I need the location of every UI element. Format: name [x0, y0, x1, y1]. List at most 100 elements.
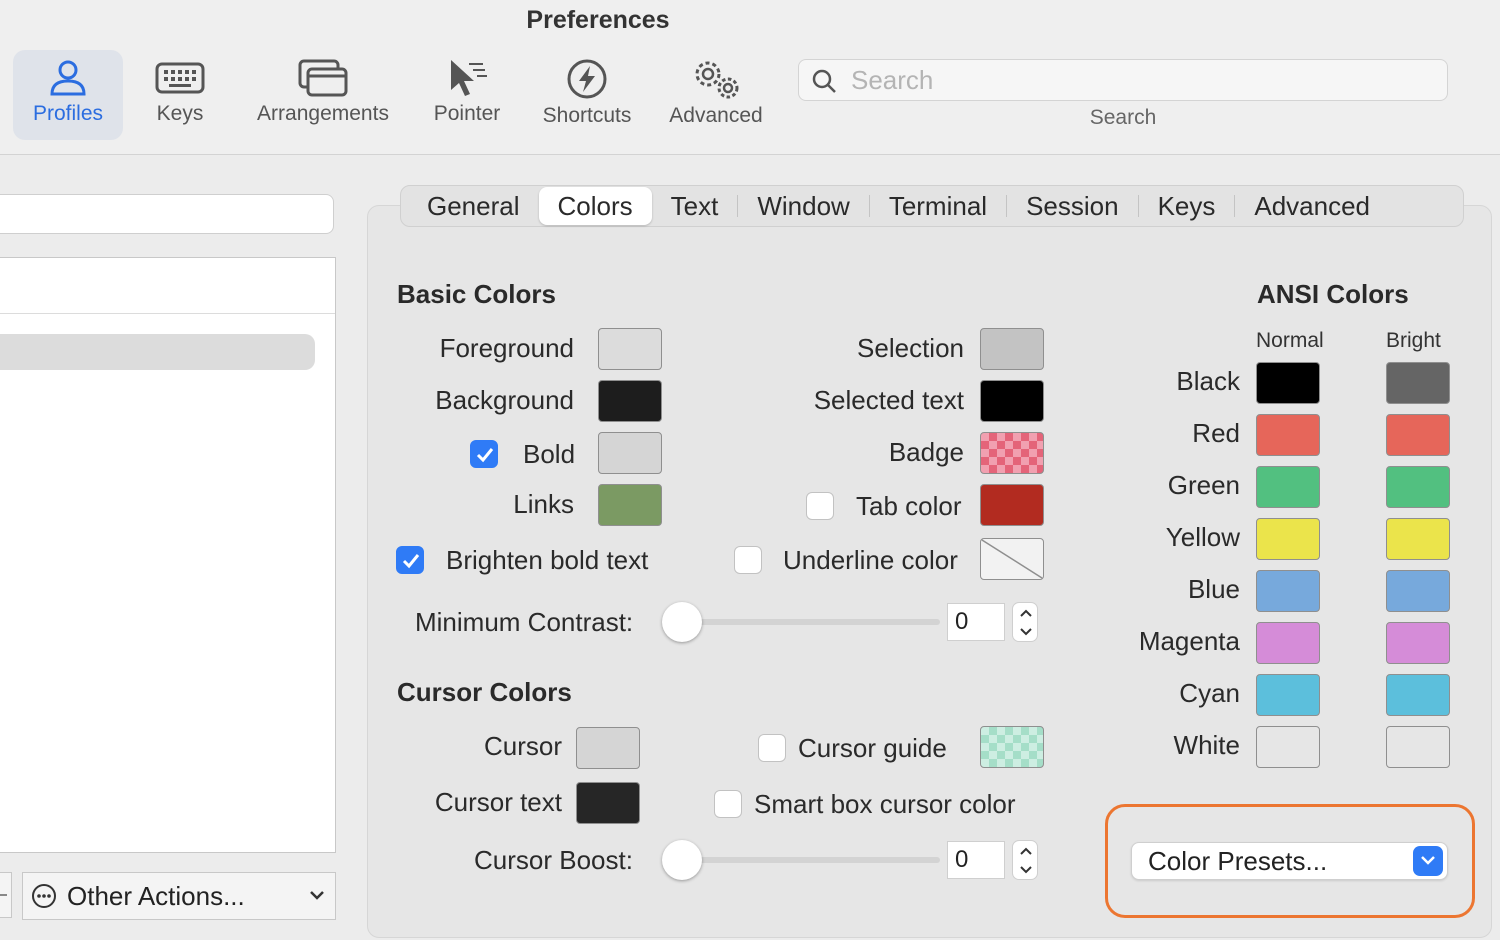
ansi-cyan-normal-color-well[interactable] [1256, 674, 1320, 716]
foreground-color-well[interactable] [598, 328, 662, 370]
links-color-well[interactable] [598, 484, 662, 526]
badge-color-well[interactable] [980, 432, 1044, 474]
person-icon [50, 60, 86, 96]
ansi-label-red: Red [1192, 418, 1240, 448]
ansi-colors-heading: ANSI Colors [1257, 279, 1409, 309]
profile-list [0, 257, 336, 853]
ansi-cyan-bright-color-well[interactable] [1386, 674, 1450, 716]
tab-color-label: Tab color [856, 491, 962, 521]
minus-icon [0, 894, 7, 896]
window-title: Preferences [526, 6, 670, 34]
ansi-blue-bright-color-well[interactable] [1386, 570, 1450, 612]
ansi-white-normal-color-well[interactable] [1256, 726, 1320, 768]
other-actions-menu[interactable]: Other Actions... [22, 872, 336, 920]
search-icon [812, 69, 836, 93]
brighten-bold-checkbox[interactable] [396, 546, 424, 574]
no-color-slash-icon [981, 539, 1043, 579]
tab-advanced[interactable]: Advanced [1235, 187, 1389, 225]
tab-terminal[interactable]: Terminal [870, 187, 1006, 225]
cursor-color-well[interactable] [576, 727, 640, 769]
bold-label: Bold [523, 439, 576, 469]
search-input[interactable] [851, 63, 1431, 97]
chevron-down-icon [1020, 628, 1032, 636]
tab-window[interactable]: Window [738, 187, 868, 225]
popup-button [1413, 846, 1443, 876]
underline-color-checkbox[interactable] [734, 546, 762, 574]
ansi-green-bright-color-well[interactable] [1386, 466, 1450, 508]
bold-checkbox[interactable] [470, 440, 498, 468]
toolbar-advanced[interactable]: Advanced [660, 50, 772, 140]
toolbar-label-shortcuts: Shortcuts [542, 104, 632, 127]
underline-color-label: Underline color [783, 545, 958, 575]
tab-general[interactable]: General [408, 187, 539, 225]
ansi-red-bright-color-well[interactable] [1386, 414, 1450, 456]
cursor-boost-stepper[interactable] [1012, 840, 1038, 880]
cursor-guide-checkbox[interactable] [758, 734, 786, 762]
ellipsis-circle-icon [32, 884, 56, 908]
toolbar-shortcuts[interactable]: Shortcuts [532, 50, 642, 140]
color-presets-label: Color Presets... [1148, 846, 1328, 876]
checkmark-icon [402, 554, 420, 569]
tab-color-well[interactable] [980, 484, 1044, 526]
other-actions-label: Other Actions... [67, 881, 245, 911]
color-presets-popup[interactable]: Color Presets... [1131, 842, 1448, 880]
cursor-boost-label: Cursor Boost: [474, 845, 633, 875]
bold-color-well[interactable] [598, 432, 662, 474]
profile-list-selected-row[interactable] [0, 334, 315, 370]
ansi-magenta-normal-color-well[interactable] [1256, 622, 1320, 664]
min-contrast-slider-knob[interactable] [662, 602, 702, 642]
min-contrast-stepper[interactable] [1012, 602, 1038, 642]
selection-label: Selection [857, 333, 964, 363]
cursor-text-label: Cursor text [434, 787, 562, 817]
ansi-blue-normal-color-well[interactable] [1256, 570, 1320, 612]
background-color-well[interactable] [598, 380, 662, 422]
toolbar-keys[interactable]: Keys [140, 50, 220, 140]
ansi-white-bright-color-well[interactable] [1386, 726, 1450, 768]
toolbar-profiles[interactable]: Profiles [13, 50, 123, 140]
selected-text-label: Selected text [813, 385, 964, 415]
cursor-guide-color-well[interactable] [980, 726, 1044, 768]
tab-text[interactable]: Text [652, 187, 738, 225]
badge-label: Badge [888, 437, 964, 467]
ansi-magenta-bright-color-well[interactable] [1386, 622, 1450, 664]
selection-color-well[interactable] [980, 328, 1044, 370]
ansi-label-yellow: Yellow [1165, 522, 1240, 552]
ansi-yellow-normal-color-well[interactable] [1256, 518, 1320, 560]
cursor-boost-slider-knob[interactable] [662, 840, 702, 880]
keyboard-icon [155, 62, 205, 94]
search-field[interactable] [798, 59, 1448, 101]
ansi-black-normal-color-well[interactable] [1256, 362, 1320, 404]
underline-color-well[interactable] [980, 538, 1044, 580]
cursor-boost-slider[interactable] [682, 857, 940, 863]
ansi-label-blue: Blue [1187, 574, 1240, 604]
ansi-label-cyan: Cyan [1179, 678, 1240, 708]
profile-list-header [0, 258, 335, 314]
windows-icon [298, 59, 348, 97]
smart-box-cursor-label: Smart box cursor color [754, 789, 1016, 819]
profile-filter-field[interactable] [0, 194, 334, 234]
toolbar-label-advanced: Advanced [669, 104, 763, 127]
selected-text-color-well[interactable] [980, 380, 1044, 422]
toolbar-label-arrangements: Arrangements [257, 102, 389, 125]
checkmark-icon [476, 448, 494, 463]
smart-box-cursor-checkbox[interactable] [714, 790, 742, 818]
tab-keys[interactable]: Keys [1139, 187, 1235, 225]
tab-session[interactable]: Session [1007, 187, 1138, 225]
ansi-label-black: Black [1176, 366, 1240, 396]
min-contrast-slider[interactable] [682, 619, 940, 625]
ansi-red-normal-color-well[interactable] [1256, 414, 1320, 456]
ansi-green-normal-color-well[interactable] [1256, 466, 1320, 508]
toolbar-arrangements[interactable]: Arrangements [246, 50, 400, 140]
min-contrast-value[interactable]: 0 [947, 603, 1005, 641]
ansi-black-bright-color-well[interactable] [1386, 362, 1450, 404]
profile-tabs: General Colors Text Window Terminal Sess… [400, 185, 1464, 227]
cursor-boost-value[interactable]: 0 [947, 841, 1005, 879]
tab-colors[interactable]: Colors [538, 187, 652, 225]
ansi-yellow-bright-color-well[interactable] [1386, 518, 1450, 560]
chevron-up-icon [1020, 609, 1032, 617]
toolbar-pointer[interactable]: Pointer [424, 50, 510, 140]
cursor-text-color-well[interactable] [576, 782, 640, 824]
tab-color-checkbox[interactable] [806, 492, 834, 520]
chevron-up-icon [1020, 847, 1032, 855]
remove-profile-button[interactable] [0, 872, 12, 918]
